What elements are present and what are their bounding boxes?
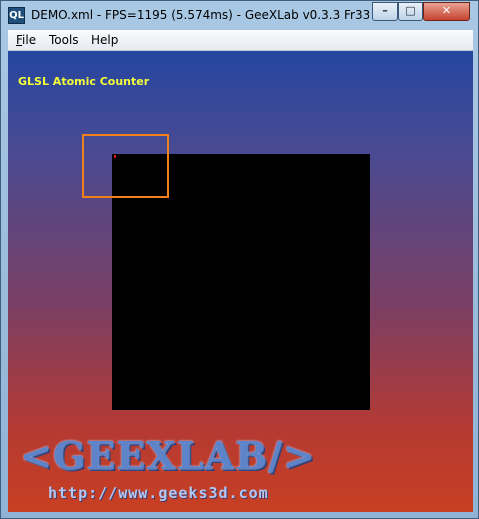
- menu-help[interactable]: Help: [91, 33, 118, 48]
- geexlab-logo-text: <GEEXLAB/>: [20, 433, 316, 478]
- minimize-button[interactable]: –: [372, 2, 398, 21]
- geexlab-logo-url: http://www.geeks3d.com: [48, 484, 269, 502]
- app-window: QL DEMO.xml - FPS=1195 (5.574ms) - GeeXL…: [0, 0, 479, 519]
- demo-title: GLSL Atomic Counter: [18, 75, 150, 88]
- title-bar[interactable]: QL DEMO.xml - FPS=1195 (5.574ms) - GeeXL…: [1, 1, 478, 30]
- window-title: DEMO.xml - FPS=1195 (5.574ms) - GeeXLab …: [31, 8, 369, 22]
- app-icon[interactable]: QL: [8, 7, 25, 24]
- menu-bar: File Tools Help: [8, 30, 473, 51]
- menu-file[interactable]: File: [16, 33, 36, 48]
- menu-file-rest: ile: [22, 33, 37, 47]
- highlight-box: [82, 134, 169, 198]
- close-button[interactable]: ✕: [423, 2, 470, 21]
- maximize-button[interactable]: □: [398, 2, 423, 21]
- render-viewport[interactable]: GLSL Atomic Counter <GEEXLAB/> http://ww…: [8, 51, 473, 512]
- menu-tools[interactable]: Tools: [49, 33, 79, 48]
